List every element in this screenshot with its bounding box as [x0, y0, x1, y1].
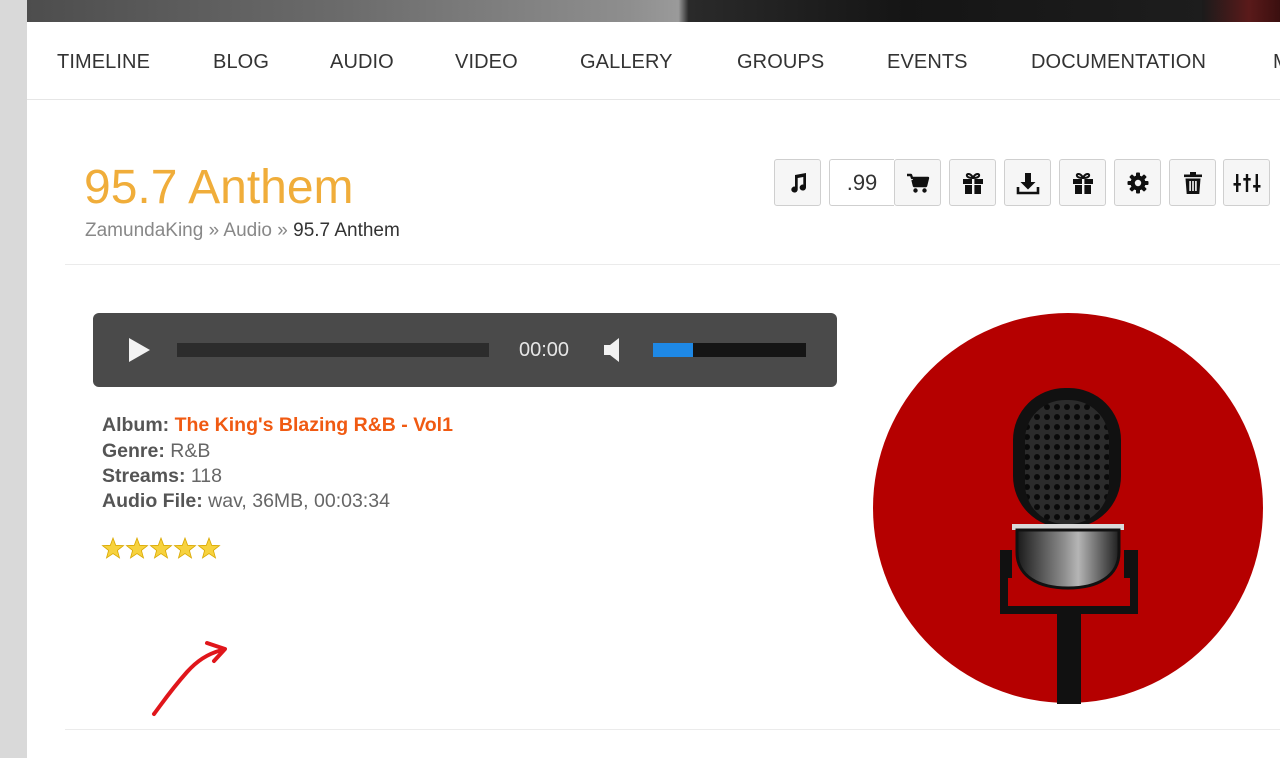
nav-item-audio[interactable]: AUDIO	[330, 51, 394, 74]
music-note-button[interactable]	[774, 159, 821, 206]
audio-player: 00:00	[93, 313, 837, 387]
genre-value: R&B	[170, 440, 211, 462]
download-button[interactable]	[1004, 159, 1051, 206]
add-to-cart-button[interactable]	[894, 159, 941, 206]
price-field: .99	[829, 159, 894, 206]
album-row: Album: The King's Blazing R&B - Vol1	[102, 414, 453, 437]
breadcrumb-separator: »	[208, 220, 220, 241]
volume-level	[653, 343, 693, 357]
seek-bar[interactable]	[177, 343, 489, 357]
music-note-icon	[790, 172, 806, 193]
cart-icon	[906, 173, 929, 193]
breadcrumb-separator: »	[277, 220, 288, 241]
sliders-icon	[1233, 173, 1260, 192]
nav-item-documentation[interactable]: DOCUMENTATION	[1031, 51, 1206, 74]
star-icon[interactable]	[197, 537, 221, 559]
divider	[65, 264, 1280, 265]
nav-item-timeline[interactable]: TIMELINE	[57, 51, 150, 74]
streams-row: Streams: 118	[102, 465, 222, 488]
gift-icon	[962, 172, 983, 194]
gift-button-2[interactable]	[1059, 159, 1106, 206]
star-rating[interactable]	[101, 537, 223, 561]
gear-icon	[1127, 172, 1148, 193]
download-icon	[1016, 172, 1039, 194]
page: TIMELINE BLOG AUDIO VIDEO GALLERY GROUPS…	[27, 0, 1280, 758]
genre-label: Genre:	[102, 440, 165, 462]
audio-file-value: wav, 36MB, 00:03:34	[208, 490, 390, 512]
main-nav: TIMELINE BLOG AUDIO VIDEO GALLERY GROUPS…	[27, 22, 1280, 100]
trash-icon	[1183, 171, 1202, 194]
genre-row: Genre: R&B	[102, 440, 210, 463]
album-artwork	[873, 313, 1263, 704]
divider	[65, 729, 1280, 730]
streams-value: 118	[190, 465, 222, 487]
current-time: 00:00	[519, 339, 570, 361]
nav-item-gallery[interactable]: GALLERY	[580, 51, 673, 74]
nav-item-events[interactable]: EVENTS	[887, 51, 968, 74]
star-icon[interactable]	[101, 537, 125, 559]
gift-button[interactable]	[949, 159, 996, 206]
star-icon[interactable]	[125, 537, 149, 559]
breadcrumb-link-audio[interactable]: Audio	[223, 220, 272, 241]
gift-icon	[1072, 172, 1093, 194]
delete-button[interactable]	[1169, 159, 1216, 206]
breadcrumb-link-user[interactable]: ZamundaKing	[85, 220, 203, 241]
album-link[interactable]: The King's Blazing R&B - Vol1	[175, 414, 453, 436]
album-label: Album:	[102, 414, 170, 436]
header-banner-image	[27, 0, 1280, 22]
page-title: 95.7 Anthem	[84, 161, 354, 214]
adjust-settings-button[interactable]	[1223, 159, 1270, 206]
volume-slider[interactable]	[653, 343, 806, 357]
audio-file-row: Audio File: wav, 36MB, 00:03:34	[102, 490, 390, 513]
volume-icon[interactable]	[602, 337, 628, 363]
nav-item-groups[interactable]: GROUPS	[737, 51, 824, 74]
nav-item-blog[interactable]: BLOG	[213, 51, 269, 74]
nav-item-video[interactable]: VIDEO	[455, 51, 518, 74]
play-icon[interactable]	[126, 337, 152, 363]
streams-label: Streams:	[102, 465, 186, 487]
settings-button[interactable]	[1114, 159, 1161, 206]
star-icon[interactable]	[173, 537, 197, 559]
nav-item-more[interactable]: M	[1273, 51, 1280, 74]
star-icon[interactable]	[149, 537, 173, 559]
breadcrumb-current: 95.7 Anthem	[293, 220, 400, 241]
audio-file-label: Audio File:	[102, 490, 203, 512]
annotation-arrow	[152, 641, 227, 716]
breadcrumb: ZamundaKing » Audio » 95.7 Anthem	[85, 220, 400, 242]
